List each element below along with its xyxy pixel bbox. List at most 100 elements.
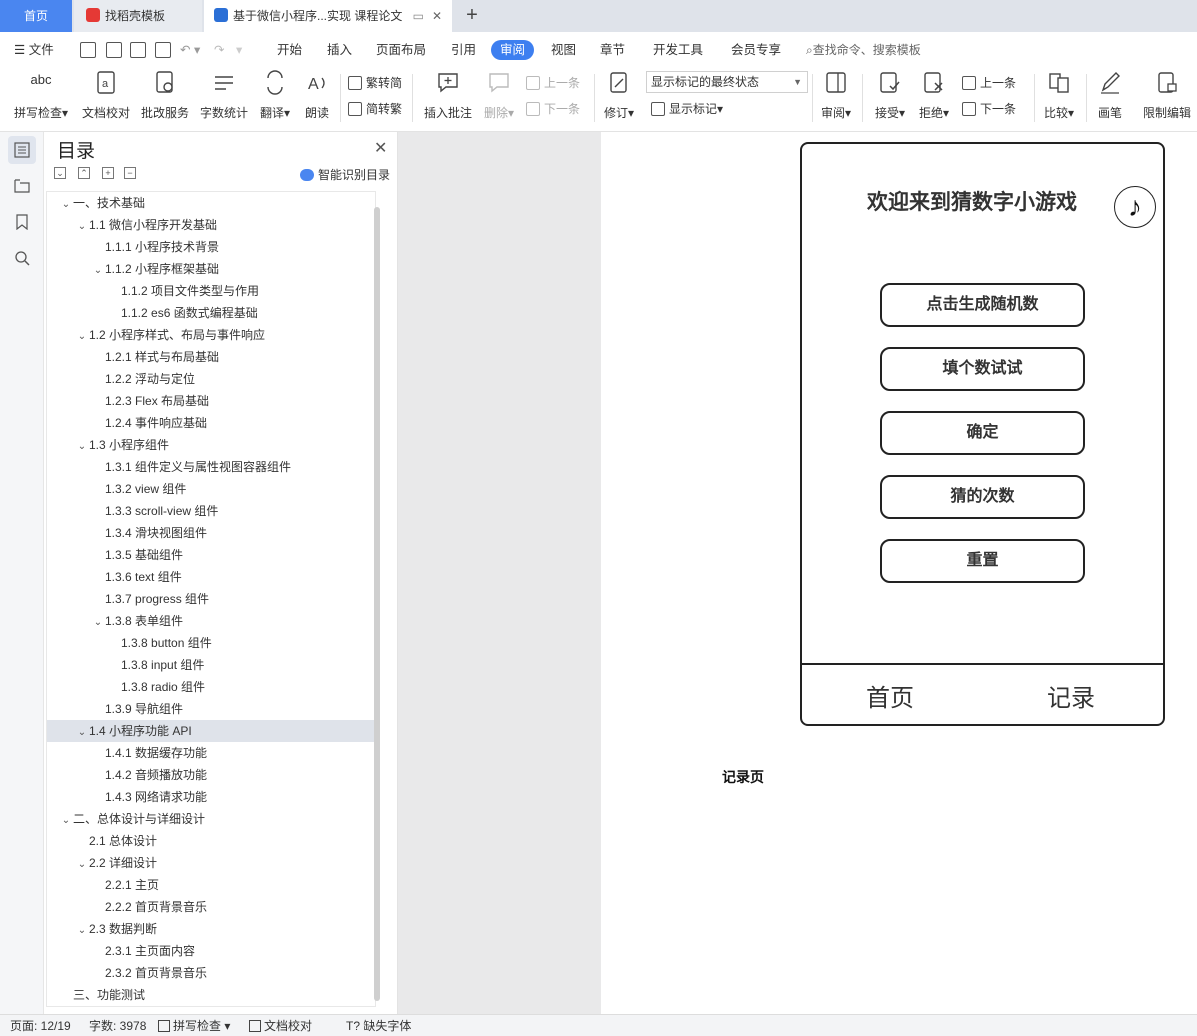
toc-item[interactable]: 1.4.3 网络请求功能 (47, 786, 375, 808)
toc-item[interactable]: 1.1.2 项目文件类型与作用 (47, 280, 375, 302)
toc-item[interactable]: ⌄ 2.2 详细设计 (47, 852, 375, 874)
toc-item[interactable]: 1.2.1 样式与布局基础 (47, 346, 375, 368)
print-icon[interactable] (130, 42, 146, 58)
toc-item[interactable]: 1.3.8 radio 组件 (47, 676, 375, 698)
toc-item[interactable]: ⌄ 1.4 小程序功能 API (47, 720, 375, 742)
toc-item[interactable]: 1.3.7 progress 组件 (47, 588, 375, 610)
chevron-down-icon[interactable]: ⌄ (75, 854, 89, 876)
toc-item[interactable]: ⌄ 1.2 小程序样式、布局与事件响应 (47, 324, 375, 346)
toc-item[interactable]: 1.3.2 view 组件 (47, 478, 375, 500)
chapter-nav-button[interactable] (8, 172, 36, 200)
delete-comment-button[interactable]: 删除▾ (480, 70, 518, 121)
toc-item[interactable]: 1.1.2 es6 函数式编程基础 (47, 302, 375, 324)
menu-chapter[interactable]: 章节 (600, 40, 625, 60)
toc-item[interactable]: 1.3.1 组件定义与属性视图容器组件 (47, 456, 375, 478)
toc-item[interactable]: 1.3.8 input 组件 (47, 654, 375, 676)
smart-toc-button[interactable]: 智能识别目录 (300, 166, 390, 183)
page-indicator[interactable]: 页面: 12/19 (10, 1018, 71, 1034)
prev-revision-button[interactable]: 上一条 (962, 74, 1016, 92)
toc-item[interactable]: ⌄ 1.1 微信小程序开发基础 (47, 214, 375, 236)
toc-item[interactable]: 2.3.2 首页背景音乐 (47, 962, 375, 984)
bookmark-button[interactable] (8, 208, 36, 236)
accept-button[interactable]: 接受▾ (872, 70, 908, 121)
menu-layout[interactable]: 页面布局 (376, 40, 426, 60)
toc-item[interactable]: 2.1 总体设计 (47, 830, 375, 852)
spell-check-button[interactable]: abc 拼写检查▾ (10, 70, 72, 121)
toc-item[interactable]: ⌄ 2.3 数据判断 (47, 918, 375, 940)
trad-to-simp-button[interactable]: 繁转简 (348, 74, 402, 92)
chevron-down-icon[interactable]: ⌄ (75, 920, 89, 942)
tab-document[interactable]: 基于微信小程序...实现 课程论文 ▭ ✕ (204, 0, 452, 32)
toc-item[interactable]: 1.3.6 text 组件 (47, 566, 375, 588)
missing-font-indicator[interactable]: T? 缺失字体 (346, 1018, 411, 1034)
chevron-down-icon[interactable]: ⌄ (75, 326, 89, 348)
toc-item[interactable]: 1.2.3 Flex 布局基础 (47, 390, 375, 412)
toc-scrollbar[interactable] (374, 207, 380, 1001)
read-aloud-button[interactable]: A 朗读 (300, 70, 334, 121)
doc-proof-button[interactable]: a 文档校对 (79, 70, 133, 121)
toc-panel-button[interactable] (8, 136, 36, 164)
toc-item[interactable]: 2.2.1 主页 (47, 874, 375, 896)
word-count-indicator[interactable]: 字数: 3978 (89, 1018, 146, 1034)
close-icon[interactable]: ✕ (374, 138, 387, 158)
pen-button[interactable]: 画笔 (1094, 70, 1126, 121)
close-icon[interactable]: ✕ (432, 0, 442, 32)
compare-button[interactable]: 比较▾ (1040, 70, 1078, 121)
toc-item[interactable]: 三、功能测试 (47, 984, 375, 1006)
menu-devtools[interactable]: 开发工具 (653, 40, 703, 60)
menu-insert[interactable]: 插入 (327, 40, 352, 60)
revise-button[interactable]: 修订▾ (600, 70, 638, 121)
more-icon[interactable]: ▾ (236, 40, 242, 60)
monitor-icon[interactable]: ▭ (413, 0, 424, 32)
menu-view[interactable]: 视图 (551, 40, 576, 60)
toc-item[interactable]: 2.2.2 首页背景音乐 (47, 896, 375, 918)
word-count-button[interactable]: 字数统计 (198, 70, 250, 121)
file-menu[interactable]: ☰ 文件 (14, 40, 54, 60)
toc-item[interactable]: 1.2.2 浮动与定位 (47, 368, 375, 390)
expand-up-icon[interactable]: ⌃ (78, 167, 90, 179)
toc-item[interactable]: 1.3.4 滑块视图组件 (47, 522, 375, 544)
toc-item[interactable]: 1.3.9 导航组件 (47, 698, 375, 720)
toc-item[interactable]: ⌄ 1.3.8 表单组件 (47, 610, 375, 632)
prev-comment-button[interactable]: 上一条 (526, 74, 580, 92)
save-icon[interactable] (80, 42, 96, 58)
next-comment-button[interactable]: 下一条 (526, 100, 580, 118)
reject-button[interactable]: 拒绝▾ (916, 70, 952, 121)
menu-review[interactable]: 审阅 (491, 40, 535, 60)
next-revision-button[interactable]: 下一条 (962, 100, 1016, 118)
chevron-down-icon[interactable]: ⌄ (91, 612, 105, 634)
command-search[interactable]: ⌕查找命令、搜索模板 (806, 40, 921, 60)
menu-member[interactable]: 会员专享 (731, 40, 781, 60)
correction-service-button[interactable]: 批改服务 (139, 70, 191, 121)
toc-item[interactable]: 1.3.3 scroll-view 组件 (47, 500, 375, 522)
print-preview-icon[interactable] (155, 42, 171, 58)
insert-comment-button[interactable]: 插入批注 (422, 70, 474, 121)
chevron-down-icon[interactable]: ⌄ (91, 260, 105, 282)
tab-template[interactable]: 找稻壳模板 (74, 0, 202, 32)
toc-item[interactable]: 1.1.1 小程序技术背景 (47, 236, 375, 258)
undo-icon[interactable]: ↶ ▾ (180, 40, 200, 60)
toc-item[interactable]: 1.4.1 数据缓存功能 (47, 742, 375, 764)
menu-start[interactable]: 开始 (277, 40, 302, 60)
restrict-edit-button[interactable]: 限制编辑 (1140, 70, 1194, 121)
toc-item[interactable]: 2.3.1 主页面内容 (47, 940, 375, 962)
status-spell-check[interactable]: 拼写检查 ▾ (158, 1018, 230, 1034)
show-markup-button[interactable]: 显示标记▾ (651, 100, 723, 118)
chevron-down-icon[interactable]: ⌄ (75, 436, 89, 458)
simp-to-trad-button[interactable]: 简转繁 (348, 100, 402, 118)
translate-button[interactable]: 翻译▾ (256, 70, 294, 121)
menu-reference[interactable]: 引用 (451, 40, 476, 60)
toc-item[interactable]: 1.4.2 音频播放功能 (47, 764, 375, 786)
toc-item[interactable]: 1.3.8 button 组件 (47, 632, 375, 654)
chevron-down-icon[interactable]: ⌄ (75, 722, 89, 744)
status-doc-proof[interactable]: 文档校对 (249, 1018, 312, 1034)
toc-item[interactable]: ⌄ 1.3 小程序组件 (47, 434, 375, 456)
chevron-down-icon[interactable]: ⌄ (59, 810, 73, 832)
toc-item[interactable]: ⌄ 二、总体设计与详细设计 (47, 808, 375, 830)
new-tab-button[interactable]: + (462, 0, 482, 32)
export-pdf-icon[interactable] (106, 42, 122, 58)
find-button[interactable] (8, 244, 36, 272)
toc-item[interactable]: ⌄ 一、技术基础 (47, 192, 375, 214)
review-pane-button[interactable]: 审阅▾ (818, 70, 854, 121)
toc-item[interactable]: ⌄ 1.1.2 小程序框架基础 (47, 258, 375, 280)
